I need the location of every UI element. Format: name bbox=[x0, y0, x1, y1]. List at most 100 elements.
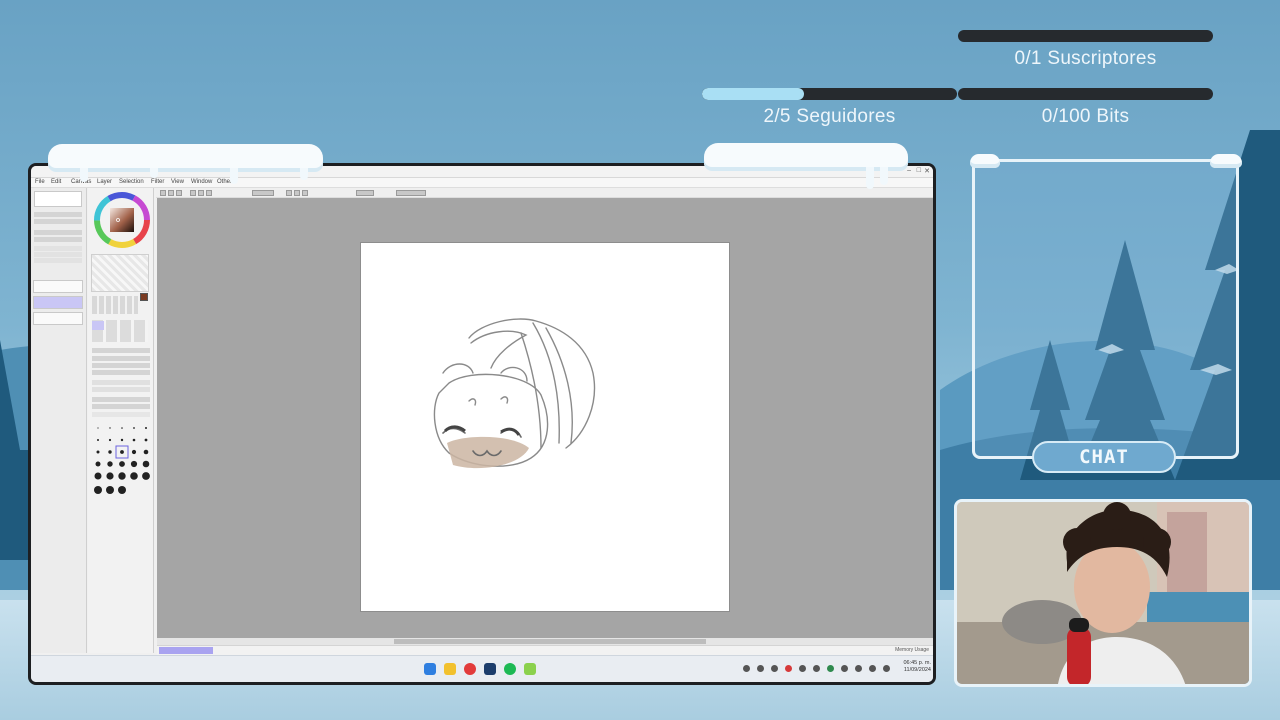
tray-icon[interactable] bbox=[771, 665, 778, 672]
canvas-toolbar bbox=[156, 188, 933, 198]
toolbar-button[interactable] bbox=[302, 190, 308, 196]
webcam-image bbox=[957, 502, 1249, 684]
toolbar-button[interactable] bbox=[168, 190, 174, 196]
tray-icon[interactable] bbox=[785, 665, 792, 672]
blend-mode-select[interactable] bbox=[92, 348, 150, 353]
maximize-button[interactable]: □ bbox=[917, 167, 921, 174]
scrollbar-thumb[interactable] bbox=[394, 639, 706, 644]
toolbar-button[interactable] bbox=[294, 190, 300, 196]
followers-goal: 2/5 Seguidores bbox=[702, 88, 957, 138]
menu-filter[interactable]: Filter bbox=[151, 179, 164, 185]
selected-brush-tool[interactable] bbox=[92, 321, 104, 330]
bits-goal: 0/100 Bits bbox=[958, 88, 1213, 138]
windows-start-icon[interactable] bbox=[424, 663, 436, 675]
tray-icon[interactable] bbox=[743, 665, 750, 672]
clock-date: 11/09/2024 bbox=[903, 667, 931, 673]
menu-selection[interactable]: Selection bbox=[119, 179, 144, 185]
menu-window[interactable]: Window bbox=[191, 179, 212, 185]
color-swatch-grid[interactable] bbox=[91, 254, 149, 292]
menu-layer[interactable]: Layer bbox=[97, 179, 112, 185]
menu-edit[interactable]: Edit bbox=[51, 179, 61, 185]
icicle-decoration bbox=[880, 167, 888, 185]
density-slider[interactable] bbox=[92, 370, 150, 375]
volume-icon[interactable] bbox=[869, 665, 876, 672]
blend-mode-select[interactable] bbox=[34, 230, 82, 235]
followers-goal-fill bbox=[702, 88, 804, 100]
toolbar-button[interactable] bbox=[206, 190, 212, 196]
color-wheel[interactable] bbox=[94, 192, 150, 248]
zoom-select[interactable] bbox=[252, 190, 274, 196]
angle-slider[interactable] bbox=[34, 219, 82, 224]
subscribers-goal-label: 0/1 Suscriptores bbox=[1014, 48, 1157, 69]
subscribers-goal: 0/1 Suscriptores bbox=[958, 30, 1213, 80]
minimize-button[interactable]: – bbox=[907, 167, 911, 174]
icicle-decoration bbox=[866, 167, 874, 189]
tray-icon[interactable] bbox=[757, 665, 764, 672]
snow-decoration bbox=[970, 154, 1000, 168]
tray-icon[interactable] bbox=[841, 665, 848, 672]
chat-title-badge: CHAT bbox=[1032, 441, 1176, 473]
layer-item[interactable] bbox=[33, 312, 83, 325]
document-tab[interactable] bbox=[159, 647, 213, 654]
icicle-decoration bbox=[150, 168, 158, 178]
memory-usage-text: Memory Usage bbox=[895, 647, 929, 653]
file-explorer-icon[interactable] bbox=[444, 663, 456, 675]
color-tools-panel bbox=[88, 188, 154, 653]
brush-texture-select[interactable] bbox=[92, 387, 150, 392]
brush-size-slider[interactable] bbox=[92, 356, 150, 361]
blending-slider[interactable] bbox=[92, 397, 150, 402]
dilution-slider[interactable] bbox=[92, 404, 150, 409]
min-size-slider[interactable] bbox=[92, 363, 150, 368]
toolbar-button[interactable] bbox=[286, 190, 292, 196]
zoom-slider[interactable] bbox=[34, 212, 82, 217]
status-bar: Memory Usage bbox=[157, 645, 933, 655]
subscribers-goal-track bbox=[958, 30, 1213, 42]
layer-item[interactable] bbox=[33, 280, 83, 293]
selection-source-checkbox[interactable] bbox=[34, 258, 82, 263]
clipping-group-checkbox[interactable] bbox=[34, 252, 82, 257]
snow-decoration bbox=[48, 144, 323, 172]
steam-icon[interactable] bbox=[484, 663, 496, 675]
spotify-icon[interactable] bbox=[504, 663, 516, 675]
drawing-canvas[interactable] bbox=[361, 243, 729, 611]
horizontal-scrollbar[interactable] bbox=[157, 638, 933, 645]
layer-item-selected[interactable] bbox=[33, 296, 83, 309]
toolbar-button[interactable] bbox=[160, 190, 166, 196]
app-menubar: File Edit Canvas Layer Selection Filter … bbox=[31, 178, 933, 188]
close-button[interactable]: ✕ bbox=[924, 167, 930, 175]
followers-goal-label: 2/5 Seguidores bbox=[763, 106, 896, 127]
sai-icon[interactable] bbox=[524, 663, 536, 675]
navigator-preview bbox=[34, 191, 82, 207]
icicle-decoration bbox=[230, 168, 238, 184]
wifi-icon[interactable] bbox=[855, 665, 862, 672]
menu-file[interactable]: File bbox=[35, 179, 45, 185]
brush-shape-select[interactable] bbox=[92, 380, 150, 385]
taskbar-clock[interactable]: 06:45 p. m. 11/09/2024 bbox=[903, 660, 931, 674]
followers-goal-track bbox=[702, 88, 957, 100]
windows-taskbar: 06:45 p. m. 11/09/2024 bbox=[31, 655, 933, 682]
tray-icon[interactable] bbox=[813, 665, 820, 672]
snow-decoration bbox=[704, 143, 908, 171]
toolbar-button[interactable] bbox=[190, 190, 196, 196]
rotate-select[interactable] bbox=[356, 190, 374, 196]
canvas-workspace[interactable] bbox=[157, 198, 933, 638]
stabilizer-select[interactable] bbox=[396, 190, 426, 196]
clock-time: 06:45 p. m. bbox=[903, 660, 931, 666]
advanced-settings-toggle[interactable] bbox=[92, 412, 150, 417]
preserve-opacity-checkbox[interactable] bbox=[34, 246, 82, 251]
screen-capture-window: SAI – □ ✕ File Edit Canvas Layer Selecti… bbox=[28, 163, 936, 685]
tool-icons[interactable] bbox=[92, 296, 138, 314]
sketch-drawing bbox=[433, 318, 596, 469]
opera-icon[interactable] bbox=[464, 663, 476, 675]
brush-size-presets[interactable] bbox=[94, 424, 150, 508]
opacity-slider[interactable] bbox=[34, 237, 82, 242]
menu-view[interactable]: View bbox=[171, 179, 184, 185]
battery-icon[interactable] bbox=[883, 665, 890, 672]
current-color-swatch[interactable] bbox=[140, 293, 148, 301]
toolbar-button[interactable] bbox=[176, 190, 182, 196]
toolbar-button[interactable] bbox=[198, 190, 204, 196]
icicle-decoration bbox=[300, 168, 308, 180]
tray-icon[interactable] bbox=[799, 665, 806, 672]
tray-icon[interactable] bbox=[827, 665, 834, 672]
icicle-decoration bbox=[80, 168, 88, 182]
